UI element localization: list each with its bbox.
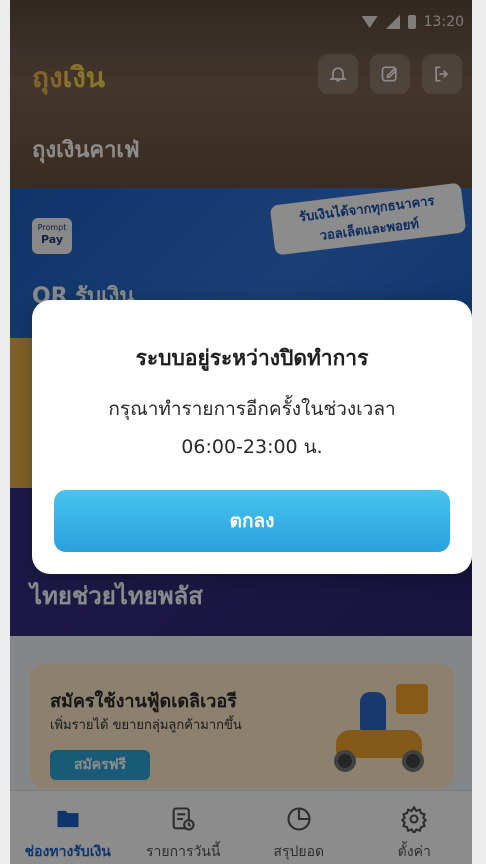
ok-button[interactable]: ตกลง — [54, 490, 450, 552]
dialog-message: กรุณาทำรายการอีกครั้งในช่วงเวลา 06:00-23… — [32, 390, 472, 466]
closed-hours-dialog: ระบบอยู่ระหว่างปิดทำการ กรุณาทำรายการอีก… — [32, 300, 472, 574]
dialog-title: ระบบอยู่ระหว่างปิดทำการ — [135, 346, 369, 370]
app-screen: 13:20 ถุงเงิน ถุงเงินคาเฟ่ Prompt Pay QR… — [10, 0, 472, 864]
dialog-message-line2: 06:00-23:00 น. — [181, 436, 323, 458]
dialog-message-line1: กรุณาทำรายการอีกครั้งในช่วงเวลา — [108, 398, 396, 420]
